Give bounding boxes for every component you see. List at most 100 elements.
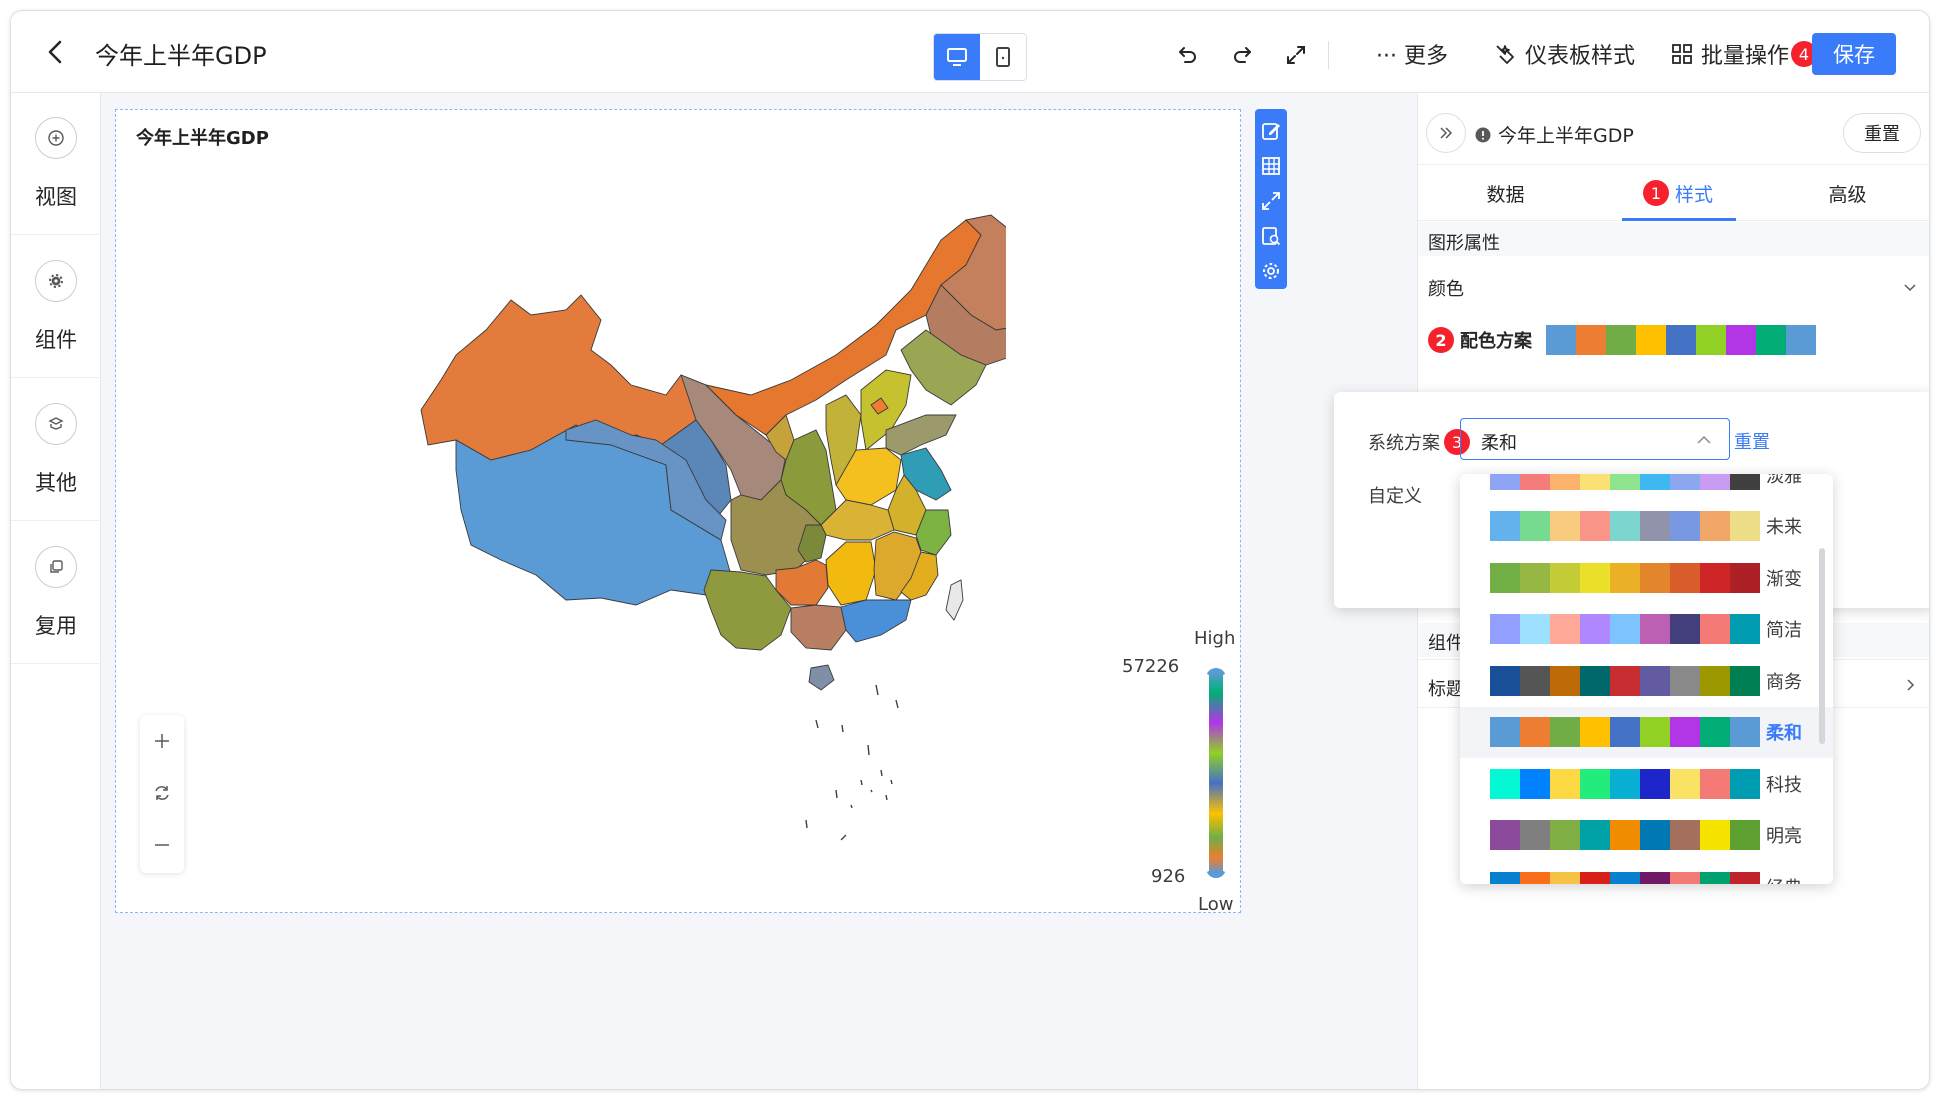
data-search-icon[interactable] bbox=[1255, 219, 1287, 254]
current-palette-swatches[interactable] bbox=[1546, 325, 1816, 355]
palette-swatch bbox=[1576, 325, 1606, 355]
palette-option[interactable]: 渐变 bbox=[1460, 552, 1833, 603]
mobile-view-button[interactable] bbox=[980, 34, 1026, 80]
palette-swatch bbox=[1490, 768, 1520, 799]
palette-swatch bbox=[1610, 474, 1640, 490]
back-icon[interactable] bbox=[41, 37, 71, 67]
palette-option[interactable]: 科技 bbox=[1460, 758, 1833, 809]
palette-swatch bbox=[1726, 325, 1756, 355]
palette-swatches bbox=[1490, 871, 1760, 884]
top-toolbar: 今年上半年GDP ··· 更多 仪表板样式 批量操作 4 保存 bbox=[11, 11, 1929, 93]
expand-icon[interactable] bbox=[1255, 183, 1287, 218]
more-button[interactable]: ··· 更多 bbox=[1376, 38, 1448, 70]
map-region bbox=[840, 599, 912, 643]
palette-swatch bbox=[1670, 820, 1700, 850]
left-rail: 视图 组件 其他 复用 bbox=[11, 93, 101, 1089]
undo-icon[interactable] bbox=[1174, 41, 1202, 69]
legend-gradient-bar[interactable] bbox=[1206, 668, 1226, 878]
palette-option[interactable]: 明亮 bbox=[1460, 810, 1833, 861]
china-map[interactable] bbox=[366, 180, 1006, 870]
palette-swatch bbox=[1550, 768, 1580, 799]
tab-data[interactable]: 数据 bbox=[1418, 165, 1593, 221]
batch-operation-button[interactable]: 批量操作 4 bbox=[1671, 38, 1818, 70]
palette-name: 明亮 bbox=[1766, 826, 1802, 847]
palette-option[interactable]: 经典 bbox=[1460, 861, 1833, 884]
redo-icon[interactable] bbox=[1228, 41, 1256, 69]
palette-swatch bbox=[1490, 665, 1520, 696]
palette-swatch bbox=[1580, 474, 1610, 490]
palette-swatch bbox=[1666, 325, 1696, 355]
palette-swatch bbox=[1580, 717, 1610, 747]
palette-name: 渐变 bbox=[1766, 568, 1802, 590]
gear-icon bbox=[35, 260, 77, 302]
save-button[interactable]: 保存 bbox=[1812, 33, 1896, 75]
chart-card[interactable]: 今年上半年GDP High 57226 926 Low bbox=[115, 109, 1241, 915]
rail-item-component[interactable]: 组件 bbox=[11, 236, 101, 378]
palette-option[interactable]: 商务 bbox=[1460, 655, 1833, 706]
system-scheme-row: 系统方案 3 bbox=[1368, 429, 1470, 455]
palette-swatch bbox=[1636, 325, 1666, 355]
scheme-select[interactable]: 柔和 bbox=[1460, 418, 1730, 460]
settings-icon[interactable] bbox=[1255, 254, 1287, 289]
rail-label: 其他 bbox=[35, 471, 77, 495]
chevron-down-icon[interactable] bbox=[1902, 279, 1918, 295]
reset-zoom-icon[interactable] bbox=[140, 767, 184, 819]
chevron-right-icon[interactable] bbox=[1902, 677, 1918, 693]
palette-swatch bbox=[1640, 820, 1670, 850]
palette-swatch bbox=[1730, 871, 1760, 884]
scheme-reset-link[interactable]: 重置 bbox=[1734, 428, 1770, 454]
palette-swatch bbox=[1730, 665, 1760, 696]
legend-high-label: High bbox=[1194, 628, 1236, 649]
fullscreen-icon[interactable] bbox=[1282, 41, 1310, 69]
tab-style[interactable]: 1 样式 bbox=[1593, 165, 1763, 221]
zoom-controls bbox=[140, 715, 184, 873]
tab-advanced[interactable]: 高级 bbox=[1763, 165, 1929, 221]
chevron-up-icon bbox=[1697, 435, 1711, 444]
palette-option[interactable]: 简洁 bbox=[1460, 604, 1833, 655]
copy-icon bbox=[35, 546, 77, 588]
chart-title: 今年上半年GDP bbox=[136, 128, 269, 149]
dashboard-title: 今年上半年GDP bbox=[95, 42, 267, 70]
reset-button[interactable]: 重置 bbox=[1843, 113, 1921, 153]
palette-name: 柔和 bbox=[1766, 723, 1802, 744]
palette-option[interactable]: 柔和 bbox=[1460, 706, 1833, 758]
title-row-label[interactable]: 标题 bbox=[1428, 675, 1464, 701]
palette-swatch bbox=[1550, 562, 1580, 593]
map-region bbox=[825, 541, 877, 606]
dashboard-style-button[interactable]: 仪表板样式 bbox=[1493, 38, 1635, 70]
palette-name: 简洁 bbox=[1766, 620, 1802, 641]
palette-swatch bbox=[1640, 665, 1670, 696]
scheme-dropdown: 经典 明亮 科技 柔和 商务 简洁 渐变 未来 淡雅 bbox=[1460, 474, 1833, 884]
palette-swatch bbox=[1520, 820, 1550, 850]
step-badge: 2 bbox=[1428, 327, 1454, 353]
color-row-label[interactable]: 颜色 bbox=[1428, 275, 1464, 301]
more-label: ··· 更多 bbox=[1376, 44, 1448, 69]
palette-swatch bbox=[1696, 325, 1726, 355]
rail-item-other[interactable]: 其他 bbox=[11, 379, 101, 521]
palette-swatch bbox=[1520, 474, 1550, 490]
palette-swatch bbox=[1580, 871, 1610, 884]
desktop-view-button[interactable] bbox=[934, 34, 980, 80]
edit-icon[interactable] bbox=[1255, 113, 1287, 148]
palette-swatch bbox=[1610, 562, 1640, 593]
rail-item-view[interactable]: 视图 bbox=[11, 93, 101, 235]
zoom-in-icon[interactable] bbox=[140, 715, 184, 767]
zoom-out-icon[interactable] bbox=[140, 819, 184, 871]
palette-swatch bbox=[1730, 511, 1760, 541]
rail-item-reuse[interactable]: 复用 bbox=[11, 522, 101, 664]
palette-swatch bbox=[1580, 665, 1610, 696]
collapse-panel-icon[interactable] bbox=[1426, 113, 1466, 153]
palette-option[interactable]: 淡雅 bbox=[1460, 474, 1833, 500]
palette-swatch bbox=[1700, 871, 1730, 884]
palette-swatch bbox=[1756, 325, 1786, 355]
map-region bbox=[805, 684, 899, 841]
palette-swatch bbox=[1550, 871, 1580, 884]
section-component-title: 组件 bbox=[1428, 633, 1464, 654]
rail-label: 组件 bbox=[35, 328, 77, 352]
table-icon[interactable] bbox=[1255, 148, 1287, 183]
dropdown-scrollbar[interactable] bbox=[1819, 548, 1825, 744]
palette-swatch bbox=[1550, 511, 1580, 541]
palette-swatch bbox=[1610, 768, 1640, 799]
palette-name: 未来 bbox=[1766, 517, 1802, 538]
palette-option[interactable]: 未来 bbox=[1460, 501, 1833, 552]
